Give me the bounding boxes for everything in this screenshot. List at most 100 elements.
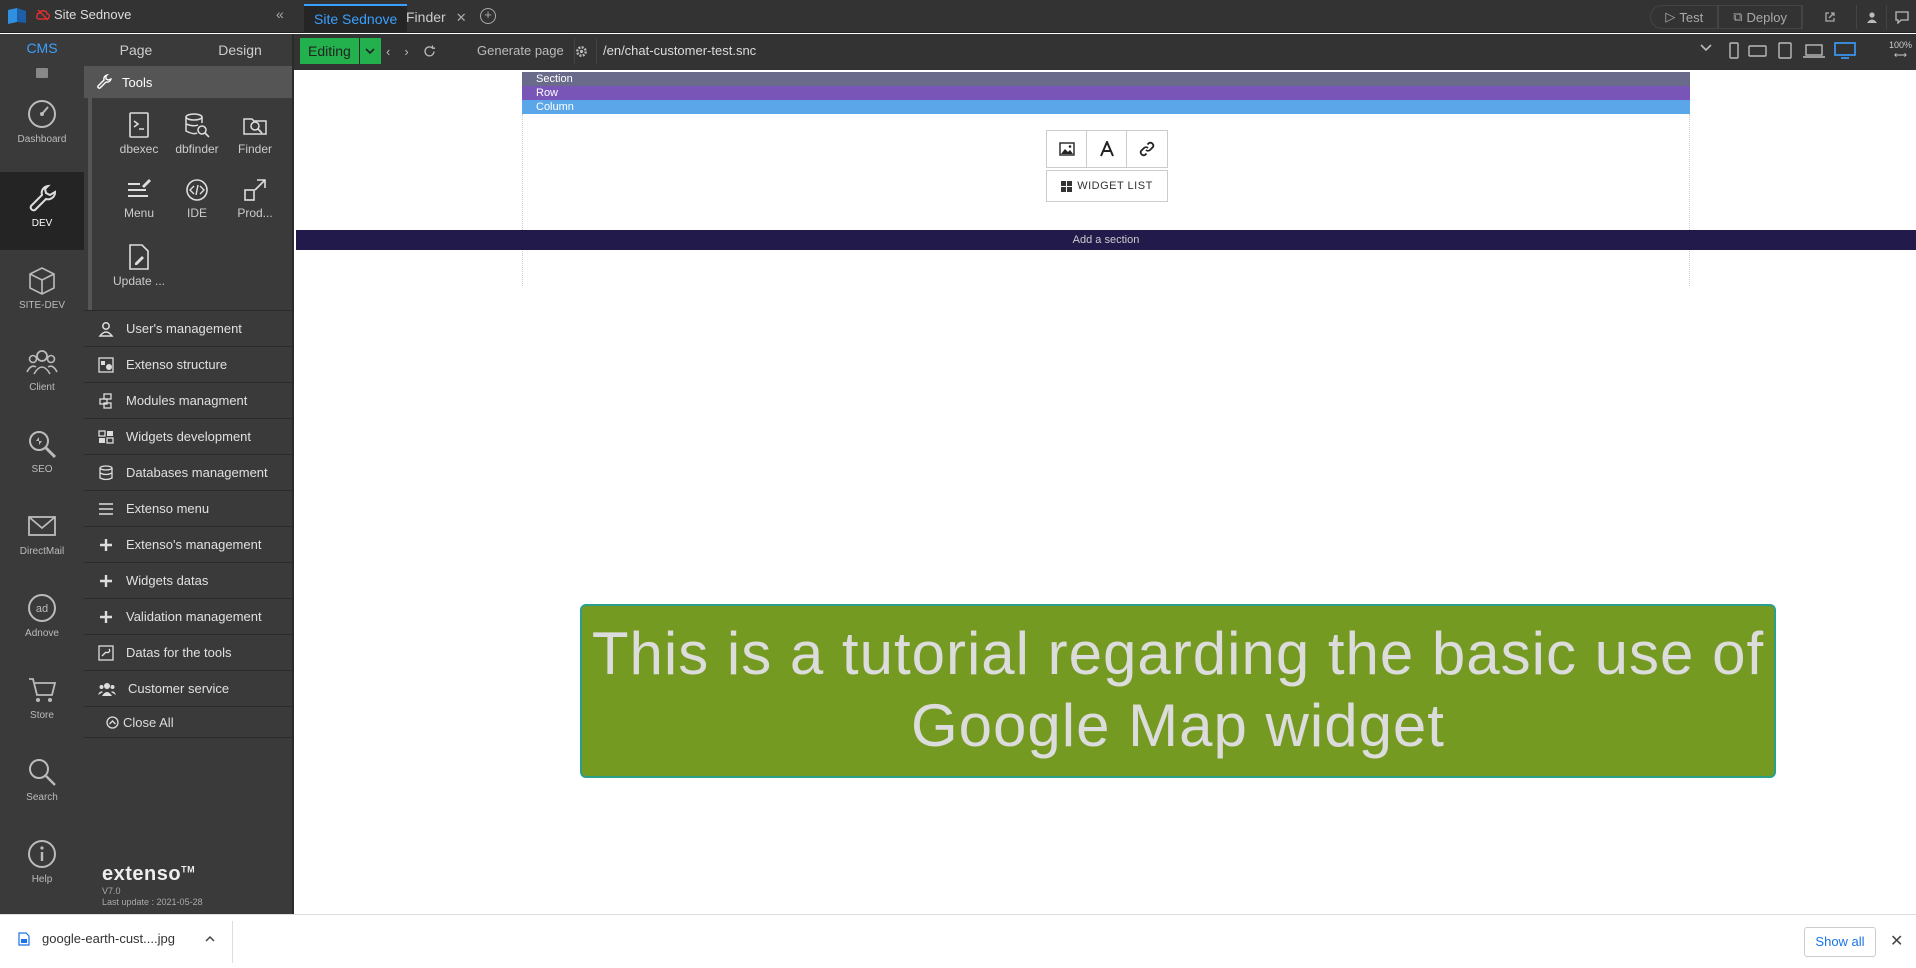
page-canvas[interactable]: Section Row Column WIDGET LIST Add a sec… [296,70,1916,914]
tab-finder[interactable]: Finder ✕ [396,4,477,33]
close-icon[interactable]: ✕ [1890,931,1903,951]
tab-design[interactable]: Design [188,34,292,66]
tool-update[interactable]: Update ... [110,238,168,304]
tools-header[interactable]: Tools [84,66,292,98]
nav-label: SEO [31,464,53,475]
tool-finder[interactable]: Finder [226,106,284,172]
url-dropdown-icon[interactable] [1700,44,1712,52]
cloud-off-icon [36,9,50,20]
widget-list-button[interactable]: WIDGET LIST [1046,170,1168,202]
expand-icon [244,179,266,201]
tool-prod[interactable]: Prod... [226,172,284,238]
tool-label: Menu [123,206,155,220]
menu-validation-management[interactable]: Validation management [84,598,292,634]
tool-dbfinder[interactable]: dbfinder [168,106,226,172]
nav-search[interactable]: Search [0,746,84,824]
file-edit-icon [129,244,149,270]
menu-widgets-development[interactable]: Widgets development [84,418,292,454]
site-title[interactable]: Site Sednove [36,7,131,22]
menu-users-management[interactable]: User's management [84,310,292,346]
database-icon [99,464,113,480]
zoom-level[interactable]: 100% ⟷ [1889,40,1912,60]
nav-site-dev[interactable]: SITE-DEV [0,254,84,332]
menu-label: Customer service [128,681,230,696]
close-all-button[interactable]: Close All [84,706,292,738]
menu-customer-service[interactable]: Customer service [84,670,292,706]
menu-extenso-structure[interactable]: Extenso structure [84,346,292,382]
add-section-button[interactable]: Add a section [296,230,1916,250]
play-icon: ▷ [1665,9,1676,24]
user-icon[interactable] [1856,5,1886,29]
menu-widgets-datas[interactable]: Widgets datas [84,562,292,598]
section-handle[interactable]: Section [522,72,1690,86]
cms-label[interactable]: CMS [0,40,84,56]
download-item[interactable]: google-earth-cust....jpg [18,931,215,946]
show-all-button[interactable]: Show all [1804,927,1876,957]
chevron-up-icon[interactable] [205,935,215,942]
generate-page-button[interactable]: Generate page [477,38,575,64]
brand-block: extensoTM V7.0 Last update : 2021-05-28 [102,863,203,908]
grid-icon [1061,180,1073,192]
add-tab-icon[interactable]: + [480,8,496,24]
text-icon [1099,141,1114,157]
phone-landscape-icon[interactable] [1748,44,1768,58]
link-widget-button[interactable] [1127,131,1167,167]
tab-page[interactable]: Page [84,34,188,66]
info-icon [28,840,56,868]
menu-databases-management[interactable]: Databases management [84,454,292,490]
nav-adnove[interactable]: ad Adnove [0,582,84,660]
nav-seo[interactable]: SEO [0,418,84,496]
deploy-label: Deploy [1746,9,1787,25]
tutorial-banner: This is a tutorial regarding the basic u… [580,604,1776,778]
back-icon[interactable]: ‹ [386,44,390,59]
brand-logo: extensoTM [102,863,203,886]
cms-toggle-icon[interactable] [36,68,48,78]
refresh-icon[interactable] [423,45,436,58]
hamburger-icon [99,502,113,515]
test-button[interactable]: ▷ Test [1650,5,1719,29]
chevron-down-icon[interactable] [358,38,381,64]
image-widget-button[interactable] [1047,131,1087,167]
row-handle[interactable]: Row [522,86,1690,100]
nav-store[interactable]: Store [0,664,84,742]
editing-mode-select[interactable]: Editing [300,38,381,64]
menu-datas-for-tools[interactable]: Datas for the tools [84,634,292,670]
code-icon [186,179,208,201]
tablet-icon[interactable] [1776,42,1794,60]
tab-site-sednove[interactable]: Site Sednove [304,4,408,33]
chat-icon[interactable] [1886,5,1916,29]
close-tab-icon[interactable]: ✕ [456,10,467,25]
laptop-icon[interactable] [1802,43,1826,59]
deploy-button[interactable]: ⧉ Deploy [1718,5,1802,29]
nav-dev[interactable]: DEV [0,172,84,250]
menu-label: Extenso menu [126,501,210,516]
collapse-sidebar-icon[interactable]: « [276,6,284,22]
nav-help[interactable]: Help [0,828,84,906]
nav-label: Client [29,382,55,393]
app-logo-icon[interactable] [6,6,28,26]
tool-dbexec[interactable]: dbexec [110,106,168,172]
column-handle[interactable]: Column [522,100,1690,114]
tool-menu[interactable]: Menu [110,172,168,238]
menu-label: Datas for the tools [126,645,232,660]
external-link-icon[interactable] [1802,5,1856,29]
widget-list-label: WIDGET LIST [1077,180,1153,192]
nav-client[interactable]: Client [0,336,84,414]
menu-extensos-management[interactable]: Extenso's management [84,526,292,562]
nav-directmail[interactable]: DirectMail [0,500,84,578]
url-input[interactable]: /en/chat-customer-test.snc [596,38,1714,64]
menu-extenso-menu[interactable]: Extenso menu [84,490,292,526]
plus-icon [100,538,112,551]
gear-icon[interactable] [575,45,588,58]
panel-tabs: Page Design [84,34,292,66]
phone-icon[interactable] [1728,42,1740,60]
menu-modules-managment[interactable]: Modules managment [84,382,292,418]
text-widget-button[interactable] [1087,131,1127,167]
nav-dashboard[interactable]: Dashboard [0,88,84,166]
forward-icon[interactable]: › [404,44,408,59]
tool-ide[interactable]: IDE [168,172,226,238]
editing-label: Editing [300,38,359,64]
nav-label: Search [26,792,58,803]
desktop-icon[interactable] [1834,42,1856,60]
plus-icon [100,610,112,623]
